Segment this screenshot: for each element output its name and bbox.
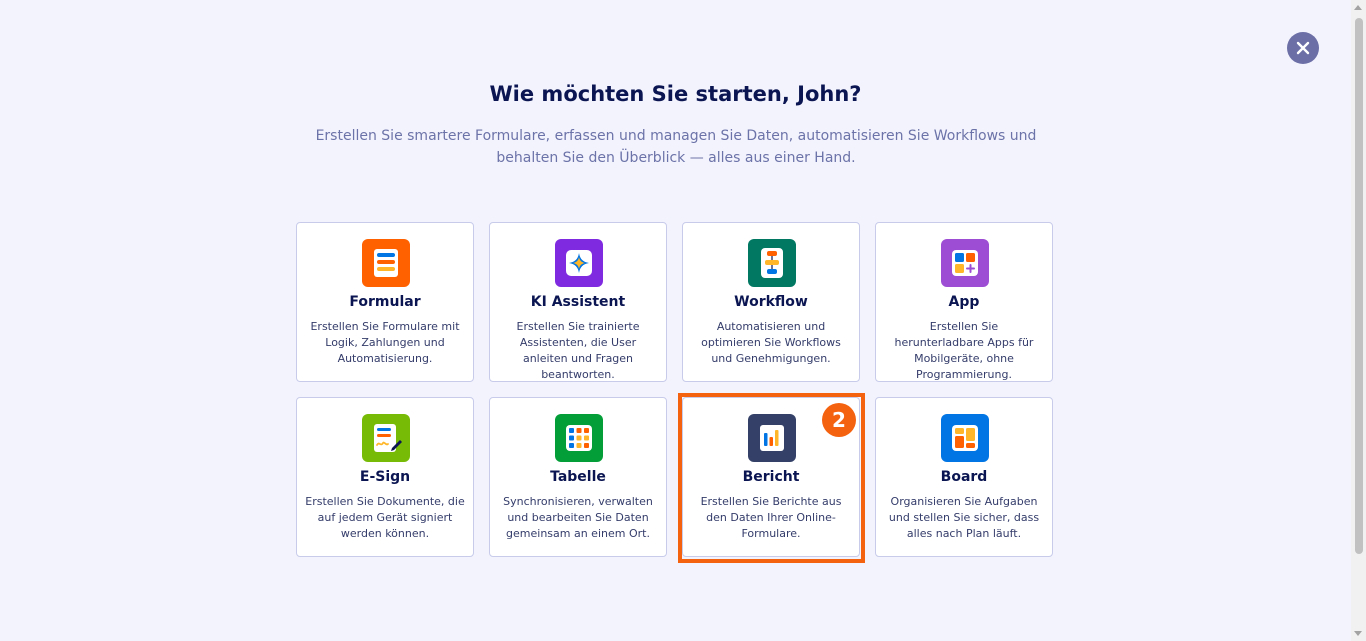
card-title: Tabelle (550, 469, 606, 485)
report-icon (748, 414, 796, 462)
close-button[interactable] (1287, 32, 1319, 64)
app-icon (941, 239, 989, 287)
step-badge: 2 (822, 403, 856, 437)
card-tabelle[interactable]: Tabelle Synchronisieren, verwalten und b… (489, 397, 667, 557)
close-icon (1296, 41, 1310, 55)
card-workflow[interactable]: Workflow Automatisieren und optimieren S… (682, 222, 860, 382)
card-title: Workflow (734, 294, 808, 310)
card-e-sign[interactable]: E-Sign Erstellen Sie Dokumente, die auf … (296, 397, 474, 557)
card-title: E-Sign (359, 469, 411, 485)
card-ki-assistent[interactable]: KI Assistent Erstellen Sie trainierte As… (489, 222, 667, 382)
card-app[interactable]: App Erstellen Sie herunterladbare Apps f… (875, 222, 1053, 382)
scrollbar-thumb[interactable] (1355, 18, 1363, 554)
card-title: Board (940, 469, 988, 485)
board-icon (941, 414, 989, 462)
page-title: Wie möchten Sie starten, John? (489, 82, 862, 106)
card-description: Erstellen Sie Dokumente, die auf jedem G… (305, 495, 465, 540)
scrollbar[interactable] (1351, 0, 1366, 641)
create-start-modal: Wie möchten Sie starten, John? Erstellen… (0, 0, 1366, 641)
card-title: KI Assistent (530, 294, 626, 310)
card-board[interactable]: Board Organisieren Sie Aufgaben und stel… (875, 397, 1053, 557)
ai-agent-icon (555, 239, 603, 287)
card-description: Synchronisieren, verwalten und bearbeite… (503, 495, 653, 540)
card-formular[interactable]: Formular Erstellen Sie Formulare mit Log… (296, 222, 474, 382)
card-description: Organisieren Sie Aufgaben und stellen Si… (888, 495, 1040, 540)
card-title: App (948, 294, 980, 310)
card-description: Automatisieren und optimieren Sie Workfl… (701, 320, 841, 365)
esign-icon (362, 414, 410, 462)
card-title: Bericht (742, 469, 800, 485)
page-subtitle: Erstellen Sie smartere Formulare, erfass… (315, 128, 1037, 166)
card-description: Erstellen Sie herunterladbare Apps für M… (894, 320, 1034, 381)
scroll-up-arrow-icon[interactable] (1354, 5, 1362, 10)
card-description: Erstellen Sie Berichte aus den Daten Ihr… (700, 495, 842, 540)
form-icon (362, 239, 410, 287)
table-icon (555, 414, 603, 462)
workflow-icon (748, 239, 796, 287)
scroll-down-arrow-icon[interactable] (1354, 631, 1362, 636)
card-description: Erstellen Sie trainierte Assistenten, di… (516, 320, 640, 381)
card-description: Erstellen Sie Formulare mit Logik, Zahlu… (310, 320, 460, 365)
card-title: Formular (349, 294, 421, 310)
